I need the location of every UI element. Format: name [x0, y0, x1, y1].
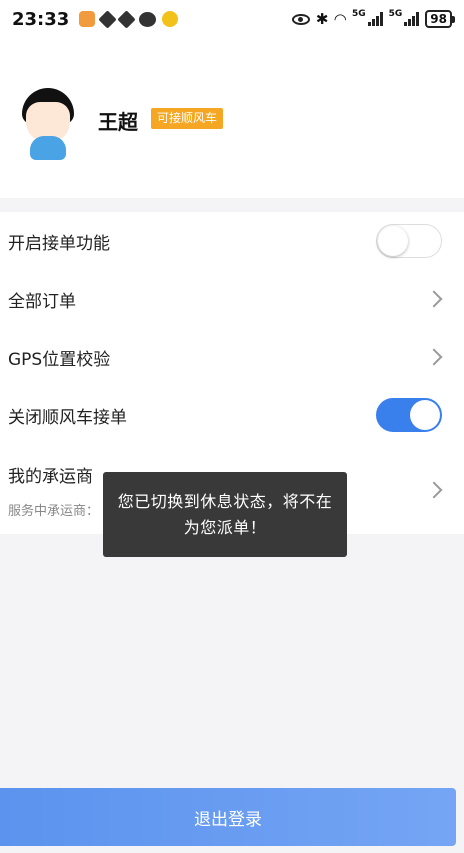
- profile-header: 王超 可接顺风车: [0, 38, 464, 198]
- profile-name: 王超: [98, 110, 138, 134]
- menu-label-enable-orders: 开启接单功能: [8, 233, 110, 254]
- chevron-right-icon: [425, 348, 443, 366]
- notification-yellow-icon: [162, 11, 179, 27]
- toggle-knob: [378, 226, 408, 256]
- status-bar: 23:33 ✱ ◠ 5G 5G 98: [0, 0, 464, 38]
- signal-icon: [367, 12, 383, 26]
- notification-diamond-icon: [98, 9, 117, 29]
- bluetooth-icon: ✱: [315, 10, 329, 28]
- logout-button[interactable]: 退出登录: [0, 788, 456, 846]
- toggle-knob: [410, 400, 440, 430]
- status-badge: 可接顺风车: [151, 108, 224, 129]
- menu-label-gps-check: GPS位置校验: [8, 349, 111, 370]
- chevron-right-icon: [425, 481, 443, 499]
- carrier-subtitle: 服务中承运商：: [8, 504, 100, 519]
- signal-icon-2: [404, 12, 420, 26]
- menu-label-all-orders: 全部订单: [8, 291, 76, 312]
- menu-row-close-carpool[interactable]: 关闭顺风车接单: [0, 386, 464, 444]
- menu-row-all-orders[interactable]: 全部订单: [0, 270, 464, 328]
- notification-app-icon: [79, 11, 96, 27]
- close-carpool-toggle[interactable]: [376, 398, 442, 432]
- eye-icon: [291, 13, 310, 25]
- menu-label-close-carpool: 关闭顺风车接单: [8, 407, 127, 428]
- menu-row-gps-check[interactable]: GPS位置校验: [0, 328, 464, 386]
- chevron-right-icon: [425, 290, 443, 308]
- status-time: 23:33: [12, 8, 70, 30]
- toast-message: 您已切换到休息状态，将不在为您派单！: [103, 472, 347, 557]
- battery-icon: 98: [425, 10, 455, 28]
- network-label-2: 5G: [388, 9, 403, 19]
- avatar[interactable]: [20, 88, 76, 160]
- network-label-1: 5G: [351, 9, 366, 19]
- wechat-icon: [139, 11, 157, 27]
- wifi-icon: ◠: [334, 10, 346, 28]
- notification-diamond-icon-2: [117, 9, 136, 29]
- menu-row-enable-orders[interactable]: 开启接单功能: [0, 212, 464, 270]
- menu-label-my-carrier: 我的承运商: [8, 467, 93, 487]
- enable-orders-toggle[interactable]: [376, 224, 442, 258]
